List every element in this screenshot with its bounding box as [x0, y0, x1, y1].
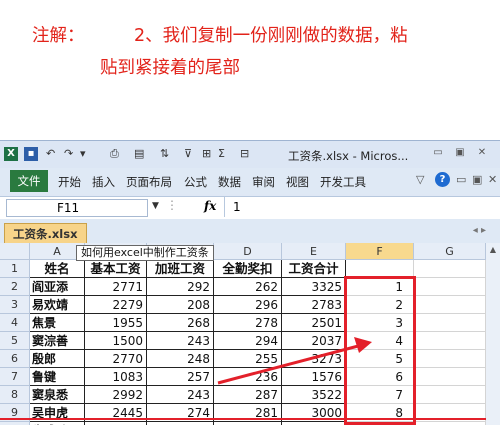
- excel-logo-icon[interactable]: X: [4, 147, 18, 161]
- autosum-icon[interactable]: Σ: [218, 147, 225, 160]
- formula-bar: F11 ▼ ⋮ fx 1: [0, 196, 500, 220]
- tab-page-layout[interactable]: 页面布局: [126, 174, 172, 190]
- close-button[interactable]: ✕: [474, 147, 490, 158]
- workbook-tab-bar: 工资条.xlsx ◂ ▸: [0, 219, 500, 244]
- insert-function-icon[interactable]: fx: [204, 199, 216, 213]
- excel-window: X ▪ ↶ ↷ ▾ ⎙ ▤ ⇅ ⊽ ⊞ Σ ⊟ 工资条.xlsx - Micro…: [0, 140, 500, 425]
- annotation-label: 注解：: [32, 26, 85, 46]
- annotation-line-1: 2、我们复制一份刚刚做的数据，粘: [134, 26, 408, 46]
- name-box[interactable]: F11: [6, 199, 148, 217]
- window-title: 工资条.xlsx - Micros...: [288, 149, 409, 163]
- print-preview-icon[interactable]: ⎙: [110, 147, 119, 161]
- sort-icon[interactable]: ⇅: [160, 147, 169, 160]
- file-tab[interactable]: 文件: [10, 170, 48, 192]
- ribbon-restore-icon[interactable]: ▣: [472, 173, 482, 186]
- ribbon-close-icon[interactable]: ✕: [488, 173, 497, 186]
- save-icon[interactable]: ▪: [24, 147, 38, 161]
- ribbon-minimize-icon[interactable]: ▭: [456, 173, 466, 186]
- filter-icon[interactable]: ⊽: [184, 147, 192, 160]
- tab-review[interactable]: 审阅: [252, 174, 275, 190]
- annotation-line-2: 贴到紧接着的尾部: [100, 58, 240, 78]
- page-layout-icon[interactable]: ▤: [134, 147, 144, 160]
- tab-developer[interactable]: 开发工具: [320, 174, 366, 190]
- restore-button[interactable]: ▣: [452, 147, 468, 158]
- vertical-scrollbar[interactable]: ▲: [486, 243, 500, 425]
- tab-home[interactable]: 开始: [58, 174, 81, 190]
- help-icon[interactable]: ?: [435, 172, 450, 187]
- redo-icon[interactable]: ↷: [64, 147, 73, 160]
- formula-input[interactable]: 1: [224, 197, 495, 217]
- bottom-red-line: [0, 418, 486, 420]
- format-icon[interactable]: ⊟: [240, 147, 249, 160]
- scroll-up-icon[interactable]: ▲: [487, 245, 499, 257]
- minimize-button[interactable]: ▭: [430, 147, 446, 158]
- workbook-tab[interactable]: 工资条.xlsx: [4, 223, 87, 244]
- formula-bar-divider: ⋮: [166, 198, 178, 212]
- ribbon-collapse-icon[interactable]: ▽: [416, 173, 424, 186]
- red-arrow: [217, 337, 372, 385]
- tab-formulas[interactable]: 公式: [184, 174, 207, 190]
- tab-data[interactable]: 数据: [218, 174, 241, 190]
- formula-value: 1: [233, 200, 241, 214]
- name-box-dropdown-icon[interactable]: ▼: [152, 201, 159, 211]
- workbook-tab-nav-icon[interactable]: ◂ ▸: [473, 225, 486, 236]
- title-bar: X ▪ ↶ ↷ ▾ ⎙ ▤ ⇅ ⊽ ⊞ Σ ⊟ 工资条.xlsx - Micro…: [0, 141, 500, 168]
- name-box-value: F11: [57, 201, 80, 215]
- border-icon[interactable]: ⊞: [202, 147, 211, 160]
- qat-dropdown-icon[interactable]: ▾: [80, 147, 86, 160]
- tab-view[interactable]: 视图: [286, 174, 309, 190]
- ribbon-tabs: 文件 开始 插入 页面布局 公式 数据 审阅 视图 开发工具 ▽ ? ▭ ▣ ✕: [0, 168, 500, 194]
- undo-icon[interactable]: ↶: [46, 147, 55, 160]
- spreadsheet-grid[interactable]: ABCDEFG1姓名基本工资加班工资全勤奖扣工资合计2阎亚添2771292262…: [0, 243, 486, 425]
- tab-insert[interactable]: 插入: [92, 174, 115, 190]
